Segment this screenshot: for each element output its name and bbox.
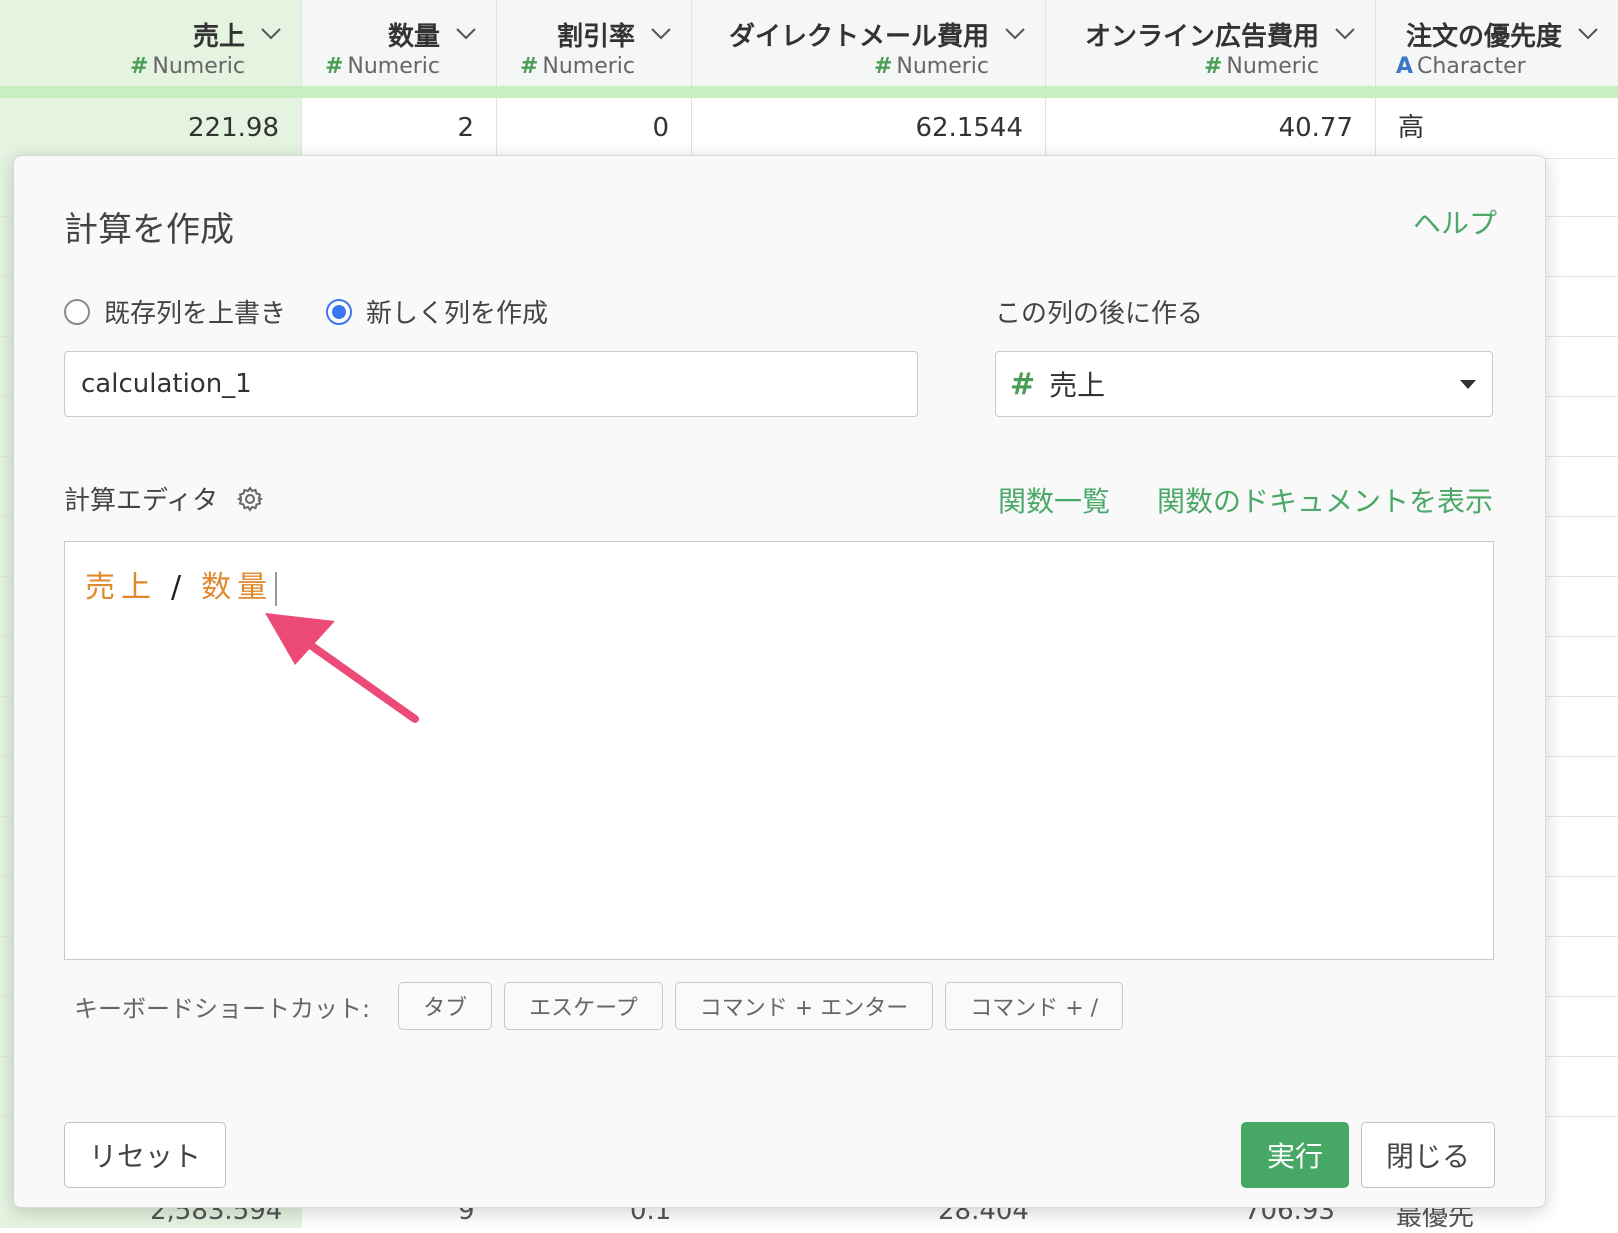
column-type: # Numeric	[873, 54, 989, 79]
expression-operator: /	[171, 570, 188, 605]
mode-radio-group: 既存列を上書き 新しく列を作成	[64, 293, 588, 330]
chevron-down-icon[interactable]	[1003, 22, 1027, 44]
column-type: # Numeric	[519, 54, 635, 79]
create-calculation-dialog: 計算を作成 ヘルプ 既存列を上書き 新しく列を作成 この列の後に作る # 売上 …	[13, 155, 1546, 1208]
caret-down-icon	[1460, 380, 1476, 389]
shortcut-escape: エスケープ	[504, 982, 663, 1030]
shortcut-cmd-enter: コマンド + エンター	[674, 982, 934, 1030]
overwrite-radio-label[interactable]: 既存列を上書き	[104, 293, 286, 330]
column-header-sales[interactable]: 売上 # Numeric	[0, 0, 302, 86]
run-button[interactable]: 実行	[1241, 1122, 1349, 1188]
editor-label-text: 計算エディタ	[64, 486, 219, 516]
new-column-radio[interactable]	[326, 298, 353, 325]
after-column-label: この列の後に作る	[995, 299, 1204, 329]
column-name: 割引率	[556, 22, 635, 52]
column-type: # Numeric	[1203, 54, 1319, 79]
expression: 売上 / 数量	[85, 562, 278, 606]
function-list-link[interactable]: 関数一覧	[998, 480, 1110, 520]
column-name: 売上	[192, 22, 245, 52]
column-name: オンライン広告費用	[1084, 22, 1319, 52]
numeric-type-icon: #	[519, 54, 539, 79]
gear-icon[interactable]	[236, 485, 264, 513]
column-header-order-priority[interactable]: 注文の優先度 A Character	[1376, 0, 1618, 86]
column-name-input[interactable]	[64, 351, 918, 417]
editor-label: 計算エディタ	[64, 480, 264, 517]
numeric-type-icon: #	[1203, 54, 1223, 79]
table-cell: 0	[497, 98, 692, 158]
numeric-type-icon: #	[873, 54, 893, 79]
calculation-editor[interactable]: 売上 / 数量	[64, 541, 1494, 960]
after-column-select[interactable]: # 売上	[995, 351, 1493, 417]
expression-column-token: 売上	[85, 570, 157, 605]
numeric-type-icon: #	[1010, 366, 1036, 402]
column-quality-bar	[0, 86, 1618, 98]
chevron-down-icon[interactable]	[1576, 22, 1600, 44]
expression-column-token: 数量	[201, 570, 274, 605]
numeric-type-icon: #	[129, 54, 149, 79]
table-cell: 高	[1398, 113, 1425, 143]
annotation-arrow-icon	[265, 613, 419, 723]
function-docs-link[interactable]: 関数のドキュメントを表示	[1157, 480, 1493, 520]
column-type: # Numeric	[129, 54, 245, 79]
column-header-discount[interactable]: 割引率 # Numeric	[497, 0, 692, 86]
help-link[interactable]: ヘルプ	[1413, 202, 1497, 242]
column-type: A Character	[1396, 54, 1526, 79]
reset-button[interactable]: リセット	[64, 1122, 226, 1188]
column-header-quantity[interactable]: 数量 # Numeric	[302, 0, 497, 86]
text-cursor	[275, 571, 278, 606]
after-column-value: 売上	[1049, 369, 1106, 402]
dialog-title: 計算を作成	[64, 210, 234, 250]
table-cell: 221.98	[0, 98, 302, 158]
table-cell: 62.1544	[692, 98, 1046, 158]
overwrite-radio[interactable]	[64, 298, 90, 325]
close-button[interactable]: 閉じる	[1361, 1122, 1495, 1188]
column-name: ダイレクトメール費用	[728, 22, 989, 52]
column-header-online-ad-cost[interactable]: オンライン広告費用 # Numeric	[1046, 0, 1376, 86]
table-cell: 40.77	[1046, 98, 1376, 158]
shortcuts-label: キーボードショートカット:	[74, 994, 371, 1023]
column-header-direct-mail-cost[interactable]: ダイレクトメール費用 # Numeric	[692, 0, 1046, 86]
column-header-row: 売上 # Numeric 数量 # Numeric 割引率 # Numeric ダイレ…	[0, 0, 1618, 87]
column-name: 数量	[387, 22, 440, 52]
chevron-down-icon[interactable]	[1333, 22, 1357, 44]
chevron-down-icon[interactable]	[454, 22, 478, 44]
new-column-radio-label[interactable]: 新しく列を作成	[366, 293, 548, 330]
numeric-type-icon: #	[324, 54, 344, 79]
table-cell: 2	[302, 98, 497, 158]
shortcut-tab: タブ	[398, 982, 493, 1030]
table-row: 221.98 2 0 62.1544 40.77 高	[0, 98, 1618, 159]
shortcut-cmd-slash: コマンド + /	[945, 982, 1124, 1030]
column-name: 注文の優先度	[1405, 22, 1562, 52]
character-type-icon: A	[1396, 54, 1414, 79]
chevron-down-icon[interactable]	[259, 22, 283, 44]
chevron-down-icon[interactable]	[649, 22, 673, 44]
keyboard-shortcuts: キーボードショートカット: タブ エスケープ コマンド + エンター コマンド …	[74, 982, 1135, 1030]
column-type: # Numeric	[324, 54, 440, 79]
